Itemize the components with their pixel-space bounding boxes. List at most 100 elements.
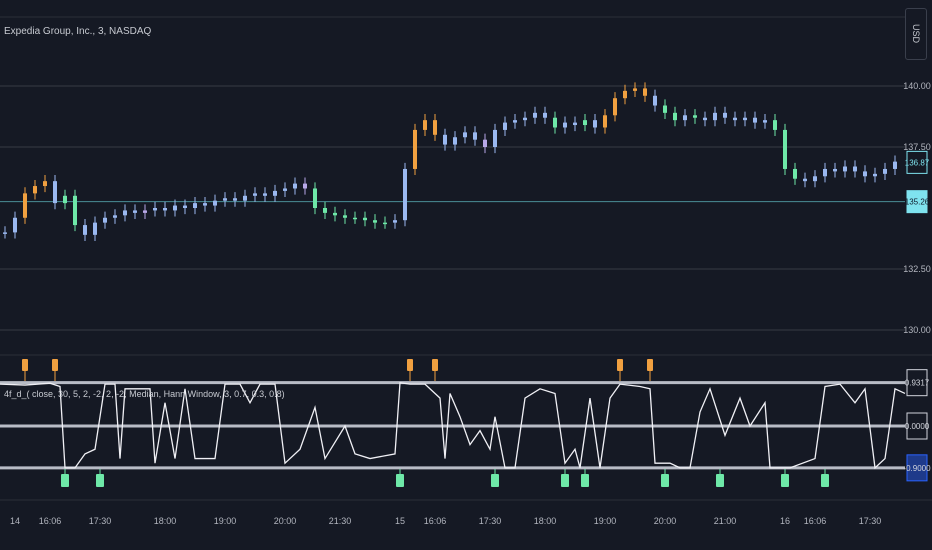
- candle-body: [363, 217, 367, 221]
- candle-body: [793, 168, 797, 179]
- time-tick-label: 19:00: [214, 516, 237, 526]
- price-tick-label: 132.50: [903, 264, 931, 274]
- chart-canvas[interactable]: 140.00 137.50 132.50 130.00 136.87 135.26 0.93…: [0, 0, 932, 550]
- sell-signal-marker: [22, 359, 28, 371]
- candle-body: [823, 168, 827, 177]
- candle-body: [893, 161, 897, 169]
- symbol-title: Expedia Group, Inc., 3, NASDAQ: [4, 26, 152, 37]
- candle-body: [143, 210, 147, 213]
- candle-body: [833, 168, 837, 172]
- candle-body: [193, 203, 197, 208]
- time-tick-label: 17:30: [859, 516, 882, 526]
- candle-body: [343, 215, 347, 218]
- candle-body: [633, 88, 637, 91]
- candle-body: [743, 117, 747, 121]
- time-tick-label: 16: [780, 516, 790, 526]
- time-tick-label: 16:06: [39, 516, 62, 526]
- candle-body: [653, 95, 657, 106]
- candle-body: [543, 112, 547, 118]
- candle-body: [423, 120, 427, 130]
- candle-body: [553, 117, 557, 128]
- time-tick-label: 20:00: [274, 516, 297, 526]
- candle-body: [133, 210, 137, 213]
- candle-body: [493, 129, 497, 147]
- buy-signal-marker: [96, 474, 104, 487]
- buy-signal-marker: [561, 474, 569, 487]
- candle-body: [373, 220, 377, 223]
- candle-body: [613, 98, 617, 116]
- candle-body: [333, 212, 337, 216]
- indicator-title: 4f_d_( close, 30, 5, 2, -2, 2, -2, Media…: [4, 389, 285, 399]
- candle-body: [853, 166, 857, 172]
- candle-body: [243, 195, 247, 201]
- time-tick-label: 20:00: [654, 516, 677, 526]
- candle-body: [13, 217, 17, 233]
- time-tick-label: 16:06: [804, 516, 827, 526]
- candle-body: [293, 183, 297, 189]
- sell-signal-marker: [52, 359, 58, 371]
- price-badge-label: 135.26: [905, 198, 930, 207]
- buy-signal-marker: [661, 474, 669, 487]
- candle-body: [73, 195, 77, 226]
- candle-body: [213, 200, 217, 206]
- indicator-tick-label: 0.9317: [905, 379, 930, 388]
- candle-body: [33, 186, 37, 194]
- candle-body: [3, 232, 7, 234]
- candle-body: [383, 222, 387, 225]
- candle-body: [153, 208, 157, 211]
- candle-body: [773, 120, 777, 130]
- currency-button[interactable]: USD: [905, 8, 927, 60]
- time-tick-label: 18:00: [154, 516, 177, 526]
- candle-body: [53, 181, 57, 204]
- time-tick-label: 21:00: [714, 516, 737, 526]
- time-tick-label: 17:30: [89, 516, 112, 526]
- buy-signal-marker: [716, 474, 724, 487]
- price-tick-label: 130.00: [903, 325, 931, 335]
- candle-body: [163, 208, 167, 211]
- candle-body: [353, 217, 357, 220]
- time-tick-label: 16:06: [424, 516, 447, 526]
- candle-body: [63, 195, 67, 204]
- time-tick-label: 19:00: [594, 516, 617, 526]
- candle-body: [503, 122, 507, 130]
- candle-body: [453, 137, 457, 145]
- candle-body: [413, 129, 417, 169]
- candle-body: [863, 171, 867, 177]
- candle-body: [43, 181, 47, 187]
- buy-signal-marker: [581, 474, 589, 487]
- candle-body: [113, 215, 117, 218]
- buy-signal-marker: [781, 474, 789, 487]
- buy-signal-marker: [396, 474, 404, 487]
- candle-body: [803, 178, 807, 182]
- candle-body: [403, 168, 407, 221]
- candle-body: [443, 134, 447, 145]
- buy-signal-marker: [821, 474, 829, 487]
- candle-body: [703, 117, 707, 121]
- candle-body: [173, 205, 177, 211]
- candle-body: [433, 120, 437, 135]
- time-tick-label: 15: [395, 516, 405, 526]
- candle-body: [573, 122, 577, 126]
- candle-body: [783, 129, 787, 169]
- candle-body: [623, 90, 627, 99]
- sell-signal-marker: [432, 359, 438, 371]
- buy-signal-marker: [491, 474, 499, 487]
- candle-body: [263, 193, 267, 196]
- price-badge-label: 136.87: [905, 158, 930, 167]
- candle-body: [183, 205, 187, 208]
- candle-body: [753, 117, 757, 123]
- time-tick-label: 18:00: [534, 516, 557, 526]
- candle-body: [203, 203, 207, 206]
- time-tick-label: 21:30: [329, 516, 352, 526]
- candle-body: [513, 120, 517, 123]
- candle-body: [123, 210, 127, 216]
- candle-body: [273, 190, 277, 196]
- candle-body: [463, 132, 467, 138]
- price-tick-label: 137.50: [903, 142, 931, 152]
- sell-signal-marker: [647, 359, 653, 371]
- candle-body: [223, 198, 227, 201]
- candle-body: [843, 166, 847, 172]
- candle-body: [563, 122, 567, 128]
- candle-body: [673, 112, 677, 121]
- candle-body: [83, 225, 87, 235]
